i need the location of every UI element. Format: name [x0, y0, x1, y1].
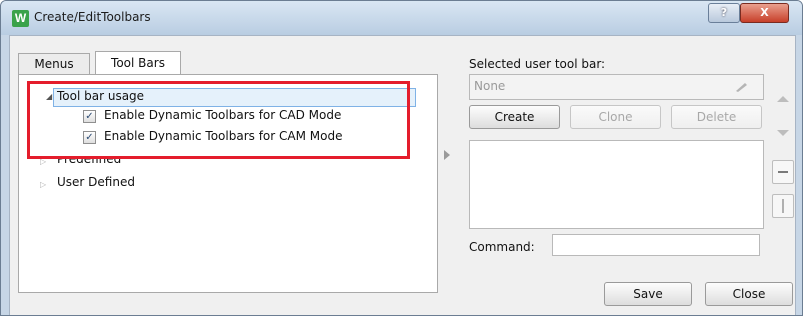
edit-pen-icon[interactable]: [735, 82, 749, 92]
command-input[interactable]: [552, 234, 760, 256]
remove-button[interactable]: [772, 160, 794, 184]
help-button[interactable]: ?: [708, 3, 740, 23]
move-up-arrow-icon[interactable]: [777, 96, 789, 102]
selected-toolbar-field[interactable]: None: [469, 74, 764, 100]
close-window-button[interactable]: X: [740, 3, 789, 23]
tree-item-user-defined[interactable]: User Defined: [57, 175, 135, 189]
save-button[interactable]: Save: [604, 282, 692, 306]
toolbar-list-box[interactable]: [469, 140, 764, 229]
app-icon: W: [12, 10, 29, 27]
minus-icon: [778, 171, 788, 173]
expand-triangle-icon[interactable]: ▷: [40, 180, 46, 189]
tab-tool-bars[interactable]: Tool Bars: [95, 51, 181, 75]
clone-button[interactable]: Clone: [570, 105, 661, 129]
checkmark-icon: ✓: [85, 111, 94, 122]
title-bar[interactable]: W Create/EditToolbars ? X: [1, 1, 802, 35]
collapse-triangle-icon[interactable]: ◢: [46, 92, 52, 101]
splitter-arrow-icon[interactable]: [444, 150, 450, 160]
separator-button[interactable]: [772, 194, 794, 218]
selected-toolbar-value: None: [474, 79, 506, 93]
tab-menus[interactable]: Menus: [18, 53, 90, 75]
checkbox-cam-mode[interactable]: ✓: [83, 131, 96, 144]
command-label: Command:: [469, 240, 535, 254]
create-button[interactable]: Create: [469, 105, 560, 129]
delete-button[interactable]: Delete: [671, 105, 762, 129]
move-down-arrow-icon[interactable]: [777, 130, 789, 136]
checkmark-icon: ✓: [85, 132, 94, 143]
label-cad-mode: Enable Dynamic Toolbars for CAD Mode: [104, 108, 342, 122]
separator-icon: [782, 199, 784, 213]
window-title: Create/EditToolbars: [34, 10, 151, 24]
tree-item-tool-bar-usage[interactable]: Tool bar usage: [57, 89, 144, 103]
close-button[interactable]: Close: [705, 282, 793, 306]
checkbox-cad-mode[interactable]: ✓: [83, 110, 96, 123]
selected-toolbar-label: Selected user tool bar:: [469, 57, 606, 71]
label-cam-mode: Enable Dynamic Toolbars for CAM Mode: [104, 129, 343, 143]
expand-triangle-icon[interactable]: ▷: [40, 157, 46, 166]
